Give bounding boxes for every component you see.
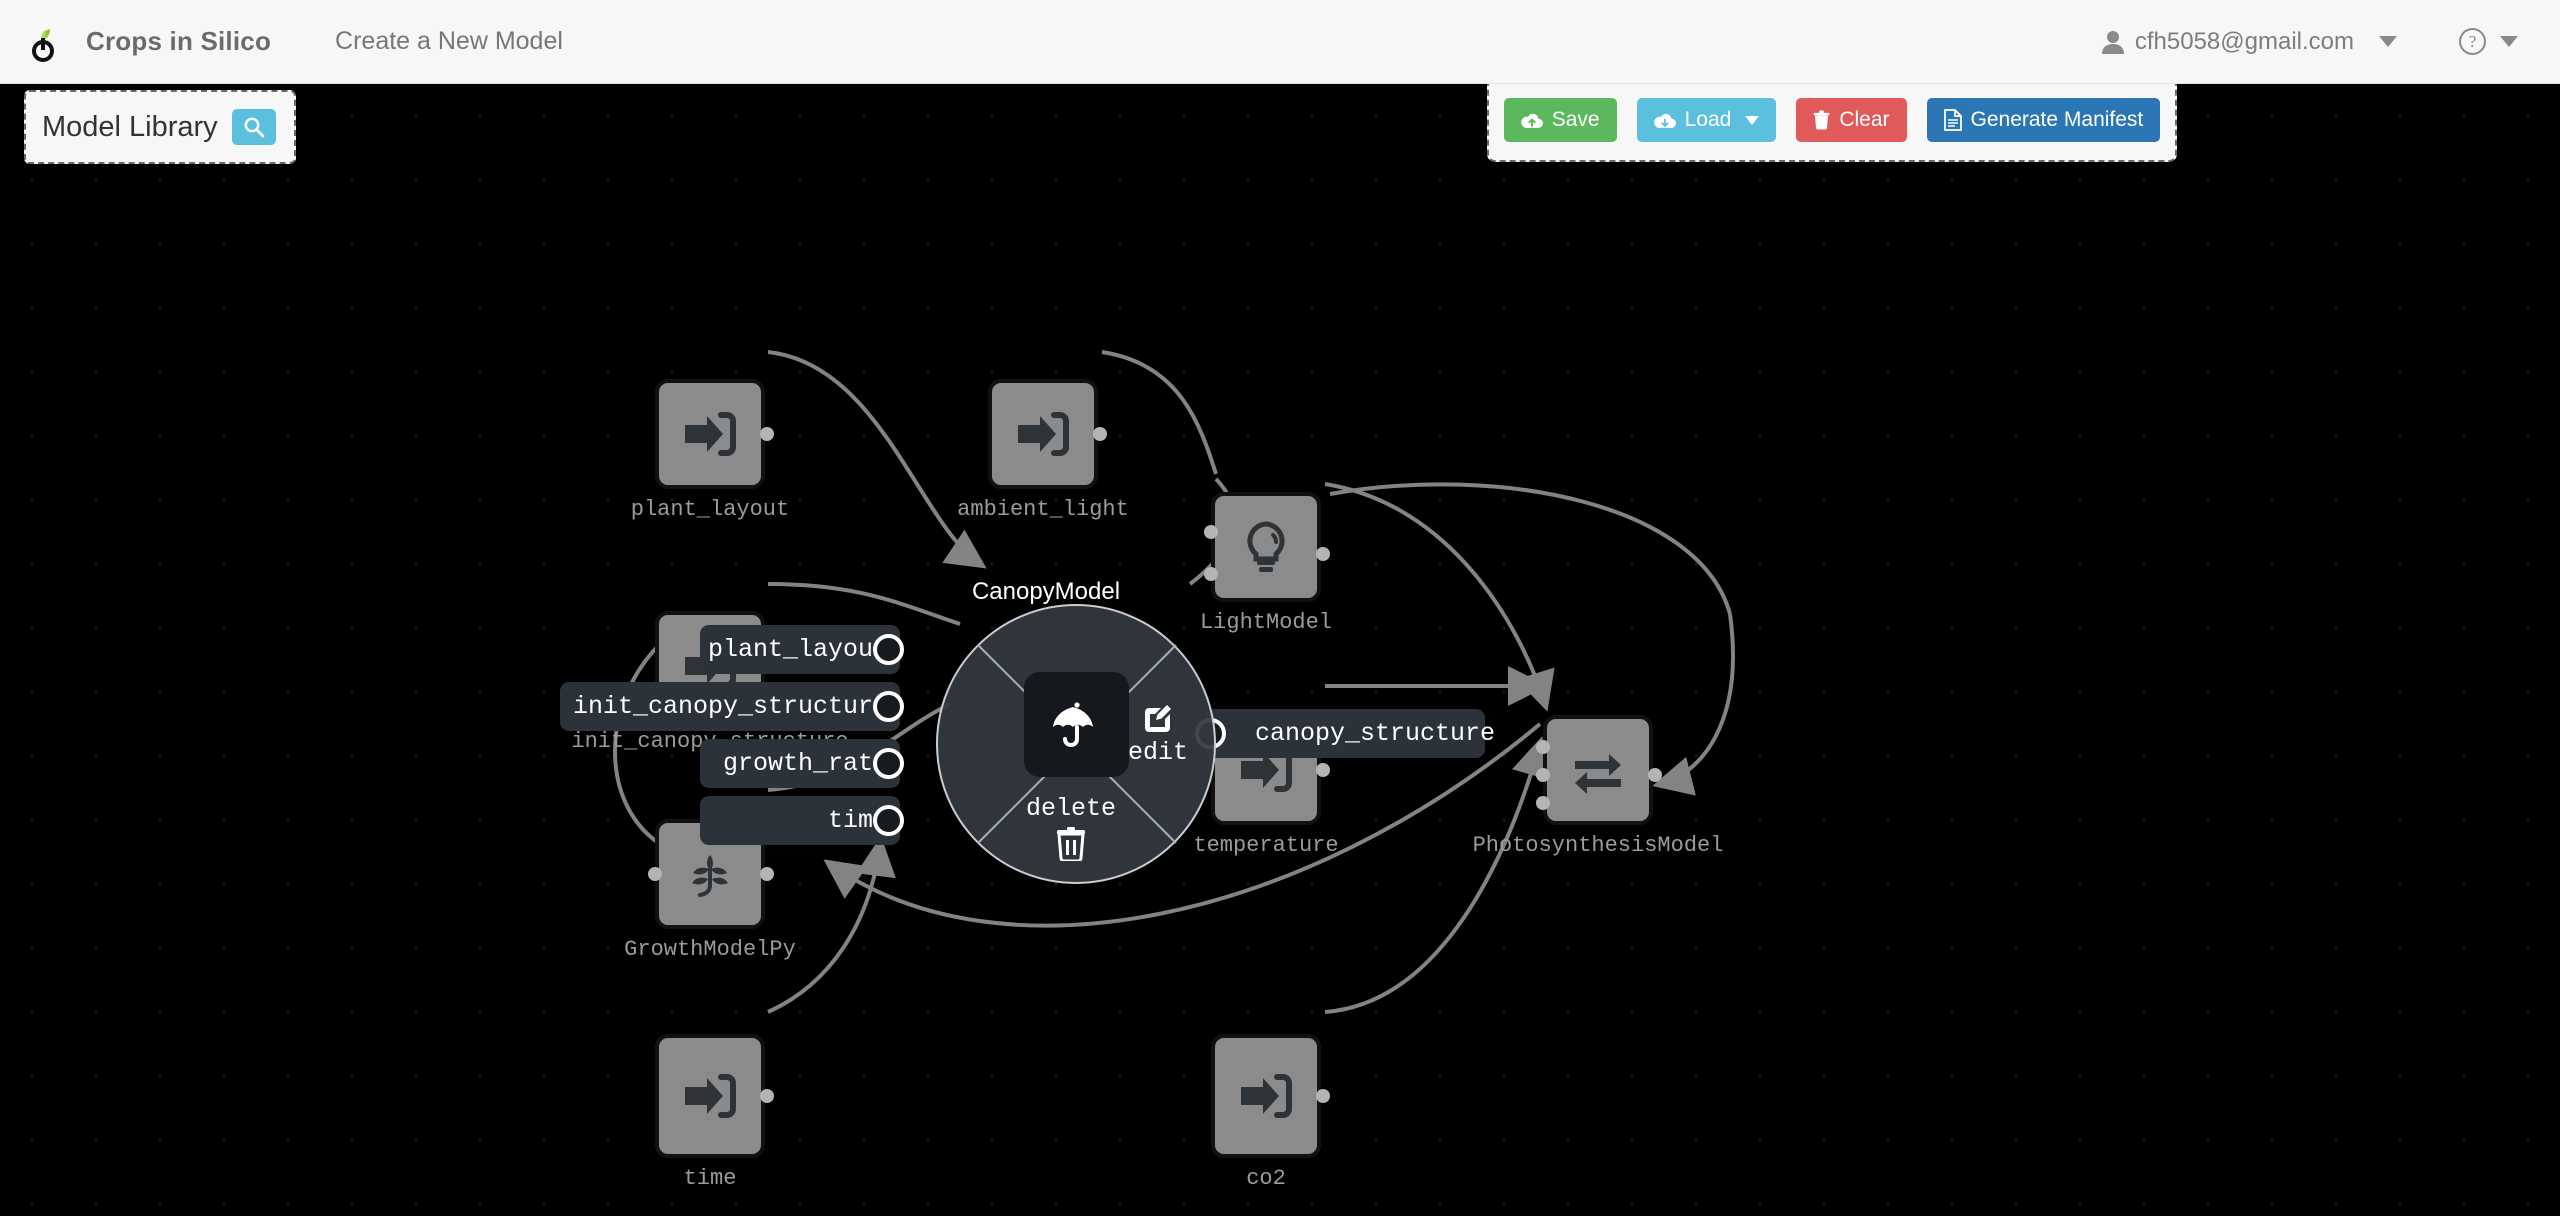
cloud-download-icon bbox=[1653, 112, 1676, 129]
port-label: plant_layout bbox=[707, 635, 888, 664]
radial-context-menu[interactable]: edit delete bbox=[936, 604, 1216, 884]
node-box[interactable] bbox=[1211, 1034, 1321, 1158]
help-menu[interactable]: ? bbox=[2459, 28, 2518, 55]
node-box[interactable] bbox=[655, 379, 765, 489]
node-port-dot[interactable] bbox=[1316, 547, 1330, 561]
node-box[interactable] bbox=[1543, 715, 1653, 825]
user-email-label: cfh5058@gmail.com bbox=[2134, 27, 2354, 55]
port-label: init_canopy_structure bbox=[572, 692, 888, 721]
port-chip-time[interactable]: time bbox=[700, 796, 900, 845]
clear-button[interactable]: Clear bbox=[1796, 98, 1907, 142]
clear-label: Clear bbox=[1839, 108, 1890, 131]
model-toolbar-panel: Save Load Clear Generate Manifest bbox=[1487, 78, 2177, 162]
input-arrow-icon bbox=[1241, 1074, 1292, 1118]
caret-down-icon[interactable] bbox=[2379, 36, 2397, 47]
file-icon bbox=[1943, 109, 1962, 131]
node-port-dot[interactable] bbox=[760, 427, 774, 441]
radial-item-label: edit bbox=[1128, 738, 1189, 767]
user-icon bbox=[2101, 30, 2124, 54]
exchange-arrows-icon bbox=[1575, 754, 1621, 794]
pencil-square-icon bbox=[1141, 702, 1175, 736]
node-port-dot[interactable] bbox=[760, 867, 774, 881]
input-arrow-icon bbox=[685, 412, 736, 456]
load-label: Load bbox=[1684, 108, 1732, 131]
radial-item-edit[interactable]: edit bbox=[1128, 702, 1188, 767]
load-button[interactable]: Load bbox=[1636, 98, 1777, 142]
port-ring[interactable] bbox=[873, 805, 904, 836]
question-circle-icon[interactable]: ? bbox=[2459, 28, 2486, 55]
input-arrow-icon bbox=[1018, 412, 1069, 456]
node-port-dot[interactable] bbox=[1536, 768, 1550, 782]
model-graph-canvas[interactable]: plant_layout ambient_light init_canopy_s… bbox=[0, 84, 2560, 1216]
port-chip-init-canopy-structure[interactable]: init_canopy_structure bbox=[560, 682, 900, 731]
radial-item-label: delete bbox=[1026, 794, 1117, 823]
node-port-dot[interactable] bbox=[1316, 763, 1330, 777]
save-button[interactable]: Save bbox=[1503, 98, 1617, 142]
node-port-dot[interactable] bbox=[1093, 427, 1107, 441]
input-arrow-icon bbox=[685, 1074, 736, 1118]
manifest-label: Generate Manifest bbox=[1970, 108, 2144, 131]
page-title: Create a New Model bbox=[335, 27, 563, 55]
lightbulb-icon bbox=[1247, 521, 1285, 572]
save-label: Save bbox=[1551, 108, 1600, 131]
brand-title[interactable]: Crops in Silico bbox=[86, 26, 271, 57]
port-label: growth_rate bbox=[722, 749, 888, 778]
node-port-dot[interactable] bbox=[1316, 1089, 1330, 1103]
node-port-dot[interactable] bbox=[648, 867, 662, 881]
model-library-panel[interactable]: Model Library bbox=[24, 90, 296, 164]
port-chip-canopy-structure[interactable]: canopy_structure bbox=[1205, 709, 1495, 758]
trash-icon bbox=[1056, 827, 1086, 861]
sprout-power-icon bbox=[20, 19, 66, 65]
node-port-dot[interactable] bbox=[1648, 768, 1662, 782]
node-port-dot[interactable] bbox=[1536, 796, 1550, 810]
node-port-dot[interactable] bbox=[760, 1089, 774, 1103]
radial-center-umbrella-button[interactable] bbox=[1024, 672, 1129, 777]
user-menu[interactable]: cfh5058@gmail.com bbox=[2101, 27, 2397, 56]
node-box[interactable] bbox=[988, 379, 1098, 489]
umbrella-icon bbox=[1052, 701, 1093, 747]
node-port-dot[interactable] bbox=[1204, 525, 1218, 539]
port-ring[interactable] bbox=[873, 634, 904, 665]
radial-item-delete[interactable]: delete bbox=[1026, 794, 1116, 861]
cloud-upload-icon bbox=[1520, 112, 1543, 129]
caret-down-icon[interactable] bbox=[2500, 36, 2518, 47]
top-navbar: Crops in Silico Create a New Model cfh50… bbox=[0, 0, 2560, 84]
canopy-model-label: CanopyModel bbox=[971, 578, 1121, 605]
port-label: canopy_structure bbox=[1255, 719, 1496, 748]
generate-manifest-button[interactable]: Generate Manifest bbox=[1926, 98, 2161, 142]
caret-down-icon[interactable] bbox=[1745, 115, 1760, 125]
port-chip-plant-layout[interactable]: plant_layout bbox=[700, 625, 900, 674]
node-box[interactable] bbox=[655, 1034, 765, 1158]
navbar-right-group: cfh5058@gmail.com ? bbox=[2101, 27, 2518, 56]
plant-leaf-icon bbox=[692, 855, 728, 897]
node-port-dot[interactable] bbox=[1536, 740, 1550, 754]
trash-icon bbox=[1813, 110, 1830, 130]
model-library-title: Model Library bbox=[42, 110, 218, 143]
port-ring[interactable] bbox=[873, 691, 904, 722]
port-ring[interactable] bbox=[873, 748, 904, 779]
search-icon[interactable] bbox=[231, 109, 276, 145]
port-chip-growth-rate[interactable]: growth_rate bbox=[700, 739, 900, 788]
